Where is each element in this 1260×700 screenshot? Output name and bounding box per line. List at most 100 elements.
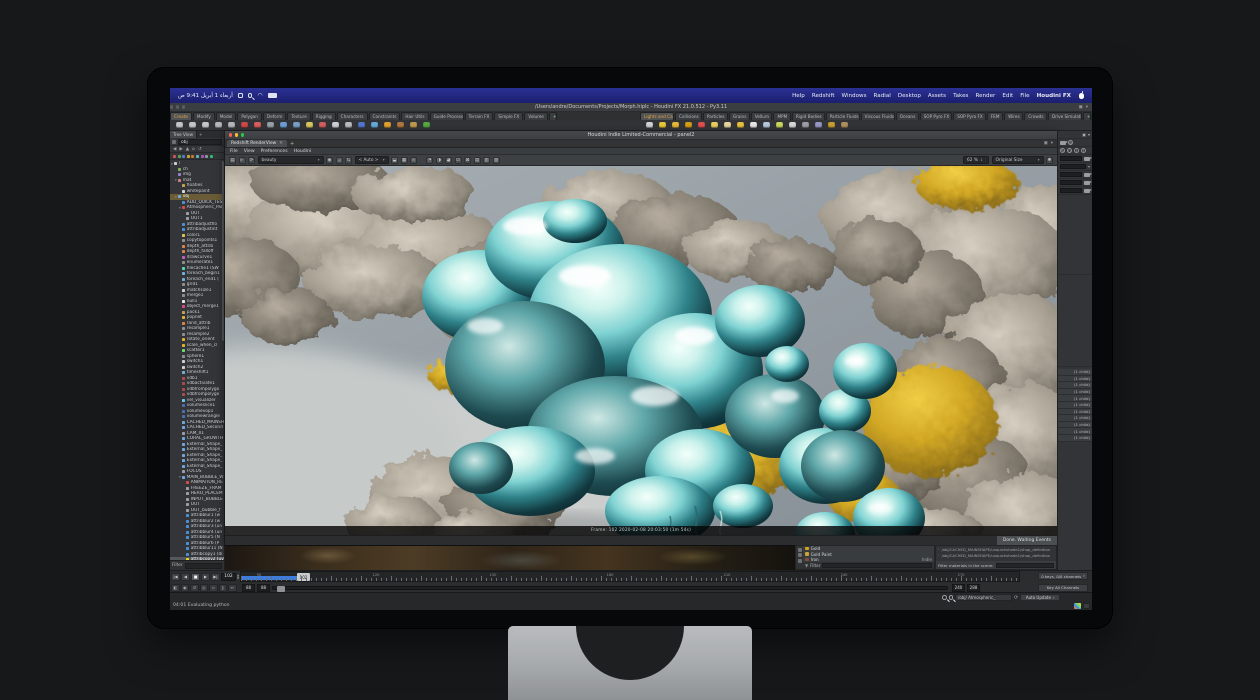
restart-render-icon[interactable]: ⟳ (248, 157, 255, 164)
shelf-tab-drive-simulation[interactable]: Drive Simulation (1048, 112, 1082, 120)
shelf-tool-horse-tool[interactable] (838, 121, 851, 130)
material-filter-input[interactable] (822, 563, 932, 568)
shelf-tab-add[interactable]: + (1083, 112, 1091, 120)
value-row[interactable] (1058, 179, 1092, 187)
node-type-filter-icon[interactable] (182, 155, 185, 158)
search-nodes-icon[interactable] (949, 595, 954, 600)
value-field[interactable] (1060, 156, 1082, 161)
info-icon[interactable]: i (1074, 148, 1079, 153)
save-icon[interactable]: ▤ (229, 157, 236, 164)
display-checker-icon[interactable]: ▧ (493, 157, 500, 164)
value-field[interactable] (1060, 172, 1082, 177)
shelf-tool-feather-tool[interactable] (773, 121, 786, 130)
forward-icon[interactable]: ▶ (179, 147, 182, 152)
region-icon[interactable]: ▣ (410, 157, 417, 164)
value-row[interactable] (1058, 187, 1092, 195)
display-rows-icon[interactable]: ▥ (483, 157, 490, 164)
menu-file[interactable]: File (230, 149, 238, 154)
compare-icon[interactable]: ◪ (336, 157, 343, 164)
shelf-tab-add[interactable]: + (549, 112, 557, 120)
node-type-filter-icon[interactable] (173, 155, 176, 158)
scene-material-filter-input[interactable] (996, 563, 1054, 568)
shelf-tab-fem[interactable]: FEM (987, 112, 1003, 120)
prev-frame-button[interactable]: ◀ (181, 573, 190, 581)
range-handle[interactable] (277, 586, 285, 592)
shelf-tool-line-tool[interactable] (290, 121, 303, 130)
menubar-item-assets[interactable]: Assets (928, 93, 946, 99)
shelf-tab-simple-fx[interactable]: Simple FX (494, 112, 523, 120)
shelf-tab-characters[interactable]: Characters (337, 112, 368, 120)
grid-icon[interactable]: ▦ (401, 157, 408, 164)
shelf-tab-grains[interactable]: Grains (729, 112, 750, 120)
material-palette-toolbar[interactable] (796, 546, 803, 569)
shelf-tool-spark-tool[interactable] (695, 121, 708, 130)
param-path-field[interactable]: /obj/ Atmospheric_ (955, 594, 1012, 602)
menubar-item-redshift[interactable]: Redshift (812, 93, 835, 99)
display-alpha-icon[interactable]: ⊡ (455, 157, 462, 164)
shelf-tab-rigid-bodies[interactable]: Rigid Bodies (792, 112, 825, 120)
close-tab-icon[interactable]: ✕ (279, 141, 283, 146)
camera-row[interactable]: ◎ (1058, 139, 1092, 147)
playbar-option-button[interactable]: ◎ (200, 584, 209, 592)
menubar-item-file[interactable]: File (1020, 93, 1029, 99)
node-type-filter-icon[interactable] (178, 155, 181, 158)
menubar-item-windows[interactable]: Windows (842, 93, 867, 99)
shelf-tool-axis-tool[interactable] (238, 121, 251, 130)
shelf-tab-terrain-fx[interactable]: Terrain FX (465, 112, 494, 120)
shelf-tool-pin-tool[interactable] (786, 121, 799, 130)
shelf-tool-grid-tool[interactable] (225, 121, 238, 130)
shelf-tool-film-tool[interactable] (799, 121, 812, 130)
shelf-tab-volume[interactable]: Volume (524, 112, 548, 120)
shelf-tab-mpm[interactable]: MPM (773, 112, 790, 120)
range-start-field[interactable]: 88 (242, 584, 255, 592)
stop-button[interactable]: ■ (191, 573, 200, 581)
shelf-tool-circle-tool[interactable] (264, 121, 277, 130)
image-size-select[interactable]: Original Size▾ (992, 156, 1044, 164)
shelf-tab-guide-process[interactable]: Guide Process (430, 112, 464, 120)
playbar-option-button[interactable]: ≈ (209, 584, 218, 592)
menu-view[interactable]: View (244, 149, 255, 154)
jump-first-button[interactable]: |◀ (171, 573, 180, 581)
tab-redshift-renderview[interactable]: Redshift RenderView ✕ (227, 140, 287, 147)
play-button[interactable]: ▶ (201, 573, 210, 581)
shelf-tool-egg-tool[interactable] (747, 121, 760, 130)
shelf-tab-crowds[interactable]: Crowds (1024, 112, 1047, 120)
wifi-icon[interactable]: ◠ (257, 94, 262, 98)
home-icon[interactable]: ⌂ (192, 147, 195, 152)
shelf-tool-sphere-tool[interactable] (186, 121, 199, 130)
jump-last-button[interactable]: ▶| (211, 573, 220, 581)
child-count-row[interactable]: (1 child) (1058, 382, 1092, 389)
shelf-tool-box-tool[interactable] (173, 121, 186, 130)
tree-item-atmospheric-par[interactable]: ▾Atmospheric_Par (170, 205, 224, 211)
node-type-filter-icon[interactable] (196, 155, 199, 158)
tree-filter-input[interactable] (185, 563, 222, 569)
shelf-tab-particles[interactable]: Particles (703, 112, 728, 120)
gear-icon[interactable]: ✱ (1046, 157, 1053, 164)
shelf-tab-viscous-fluids[interactable]: Viscous Fluids (861, 112, 895, 120)
target-icon[interactable]: ◎ (1068, 140, 1073, 145)
value-field[interactable] (1060, 164, 1086, 169)
keys-summary[interactable]: 0 keys, 0/0 channels▾ (1038, 572, 1088, 580)
shelf-tool-shell-tool[interactable] (394, 121, 407, 130)
range-end-field[interactable]: 240 (952, 584, 965, 592)
link-icon[interactable] (172, 140, 176, 144)
shelf-tab-polygon[interactable]: Polygon (237, 112, 261, 120)
global-range-slider[interactable] (272, 586, 948, 590)
tabbar-right-icons[interactable]: ▣▾ (1044, 141, 1057, 147)
menubar-item-help[interactable]: Help (792, 93, 805, 99)
menubar-item-edit[interactable]: Edit (1002, 93, 1013, 99)
display-tiles-icon[interactable]: ▤ (474, 157, 481, 164)
node-type-filter-icon[interactable] (187, 155, 190, 158)
tree-path-field[interactable]: obj (178, 139, 222, 145)
playbar-option-button[interactable]: ↔ (228, 584, 237, 592)
display-green-icon[interactable]: ◑ (436, 157, 443, 164)
shelf-tool-metaball-tool[interactable] (368, 121, 381, 130)
render-start-icon[interactable]: ▶ (239, 157, 246, 164)
viewport-strip[interactable] (225, 545, 795, 570)
menubar-item-radial[interactable]: Radial (874, 93, 891, 99)
shelf-tab-wires[interactable]: Wires (1004, 112, 1023, 120)
shelf-tab-rigging[interactable]: Rigging (312, 112, 336, 120)
display-blue-icon[interactable]: ◕ (445, 157, 452, 164)
child-count-row[interactable]: (1 child) (1058, 376, 1092, 383)
shelf-tab-sop-pyro-fx[interactable]: SOP Pyro FX (953, 112, 986, 120)
